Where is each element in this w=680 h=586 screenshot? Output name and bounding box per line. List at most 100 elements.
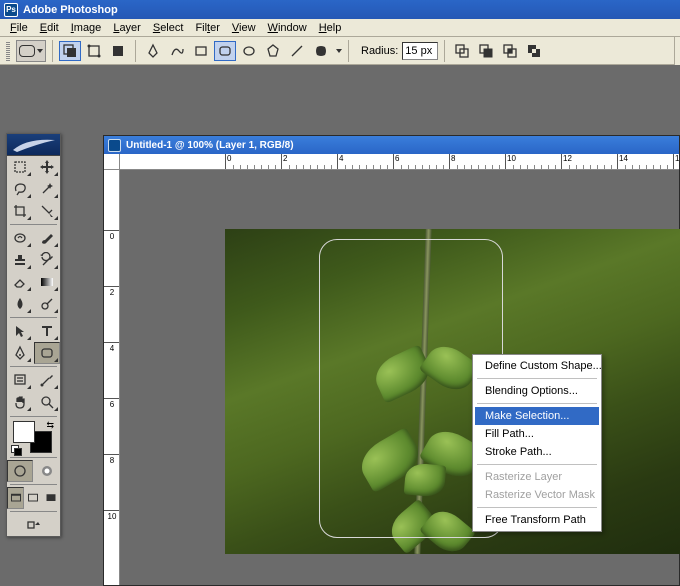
context-menu-item[interactable]: Define Custom Shape...: [475, 357, 599, 375]
options-grip[interactable]: [6, 41, 10, 61]
context-menu-item[interactable]: Fill Path...: [475, 425, 599, 443]
tools-palette[interactable]: ⇆: [6, 133, 61, 537]
tools-palette-header[interactable]: [7, 134, 60, 156]
ruler-tick: 6: [104, 398, 120, 409]
stamp-tool[interactable]: [7, 249, 33, 271]
add-to-shape-area[interactable]: [451, 41, 473, 61]
ruler-tick: 0: [104, 230, 120, 241]
menu-filter[interactable]: Filter: [189, 20, 225, 36]
context-menu-item: Rasterize Layer: [475, 468, 599, 486]
menu-help[interactable]: Help: [313, 20, 348, 36]
vertical-ruler[interactable]: 0246810: [104, 170, 120, 585]
context-menu-item: Rasterize Vector Mask: [475, 486, 599, 504]
dodge-tool[interactable]: [34, 293, 60, 315]
document-icon: [108, 139, 121, 152]
gradient-tool[interactable]: [34, 271, 60, 293]
menu-image[interactable]: Image: [65, 20, 108, 36]
docked-palette-edge[interactable]: [674, 37, 680, 65]
foreground-color-swatch[interactable]: [13, 421, 35, 443]
ruler-origin[interactable]: [104, 154, 120, 170]
eyedropper-tool[interactable]: [34, 369, 60, 391]
zoom-tool[interactable]: [34, 391, 60, 413]
menu-select[interactable]: Select: [147, 20, 190, 36]
separator: [348, 40, 349, 62]
menu-view[interactable]: View: [226, 20, 262, 36]
hand-tool[interactable]: [7, 391, 33, 413]
ruler-tick: 8: [104, 454, 120, 465]
dropdown-arrow-icon: [37, 49, 43, 53]
horizontal-ruler[interactable]: 024681012141618: [120, 154, 679, 170]
healing-brush-tool[interactable]: [7, 227, 33, 249]
current-tool-preset[interactable]: [16, 40, 46, 62]
separator: [52, 40, 53, 62]
slice-tool[interactable]: [34, 200, 60, 222]
separator: [135, 40, 136, 62]
shape-options-arrow-icon[interactable]: [336, 49, 342, 53]
pen-tool[interactable]: [7, 342, 33, 364]
paths-mode[interactable]: [83, 41, 105, 61]
blur-tool[interactable]: [7, 293, 33, 315]
options-bar: Radius:: [0, 37, 680, 65]
line-shape[interactable]: [286, 41, 308, 61]
intersect-shape-areas[interactable]: [499, 41, 521, 61]
ruler-tick: 14: [617, 154, 628, 170]
polygon-shape[interactable]: [262, 41, 284, 61]
full-screen-menubar-mode[interactable]: [25, 487, 42, 509]
default-colors-icon[interactable]: [11, 445, 21, 455]
full-screen-mode[interactable]: [42, 487, 59, 509]
document-titlebar[interactable]: Untitled-1 @ 100% (Layer 1, RGB/8): [104, 136, 679, 154]
type-tool[interactable]: [34, 320, 60, 342]
ruler-tick: 10: [505, 154, 516, 170]
magic-wand-tool[interactable]: [34, 178, 60, 200]
move-tool[interactable]: [34, 156, 60, 178]
color-swatches[interactable]: ⇆: [11, 419, 56, 455]
radius-label: Radius:: [361, 45, 398, 57]
app-titlebar: Ps Adobe Photoshop: [0, 0, 680, 19]
brush-tool[interactable]: [34, 227, 60, 249]
standard-mode-button[interactable]: [7, 460, 33, 482]
shape-layers-mode[interactable]: [59, 41, 81, 61]
quickmask-mode-button[interactable]: [34, 460, 60, 482]
lasso-tool[interactable]: [7, 178, 33, 200]
eraser-tool[interactable]: [7, 271, 33, 293]
context-menu-item[interactable]: Stroke Path...: [475, 443, 599, 461]
swap-colors-icon[interactable]: ⇆: [46, 420, 54, 431]
ellipse-shape[interactable]: [238, 41, 260, 61]
crop-tool[interactable]: [7, 200, 33, 222]
context-menu-separator: [477, 403, 597, 404]
marquee-tool[interactable]: [7, 156, 33, 178]
ruler-tick: 12: [561, 154, 572, 170]
standard-screen-mode[interactable]: [7, 487, 24, 509]
context-menu-item[interactable]: Make Selection...: [475, 407, 599, 425]
menu-layer[interactable]: Layer: [107, 20, 147, 36]
pen-tool-option[interactable]: [142, 41, 164, 61]
menu-edit[interactable]: Edit: [34, 20, 65, 36]
rounded-rectangle-shape[interactable]: [214, 41, 236, 61]
history-brush-tool[interactable]: [34, 249, 60, 271]
separator: [444, 40, 445, 62]
custom-shape[interactable]: [310, 41, 332, 61]
document-title: Untitled-1 @ 100% (Layer 1, RGB/8): [126, 140, 294, 151]
freeform-pen-option[interactable]: [166, 41, 188, 61]
menu-file[interactable]: File: [4, 20, 34, 36]
ruler-tick: 2: [281, 154, 287, 170]
notes-tool[interactable]: [7, 369, 33, 391]
ruler-tick: 4: [337, 154, 343, 170]
subtract-from-shape-area[interactable]: [475, 41, 497, 61]
context-menu-item[interactable]: Blending Options...: [475, 382, 599, 400]
rounded-rectangle-tool[interactable]: [34, 342, 60, 364]
context-menu: Define Custom Shape... Blending Options..…: [472, 354, 602, 532]
app-title: Adobe Photoshop: [23, 4, 118, 16]
rounded-rectangle-icon: [19, 45, 35, 57]
ruler-tick: 4: [104, 342, 120, 353]
menu-window[interactable]: Window: [262, 20, 313, 36]
path-select-tool[interactable]: [7, 320, 33, 342]
fill-pixels-mode[interactable]: [107, 41, 129, 61]
radius-input[interactable]: [402, 42, 438, 60]
exclude-shape-areas[interactable]: [523, 41, 545, 61]
ruler-tick: 16: [673, 154, 679, 170]
jump-to-imageready[interactable]: [7, 514, 60, 536]
rectangle-shape[interactable]: [190, 41, 212, 61]
context-menu-item[interactable]: Free Transform Path: [475, 511, 599, 529]
photoshop-icon: Ps: [4, 3, 18, 17]
